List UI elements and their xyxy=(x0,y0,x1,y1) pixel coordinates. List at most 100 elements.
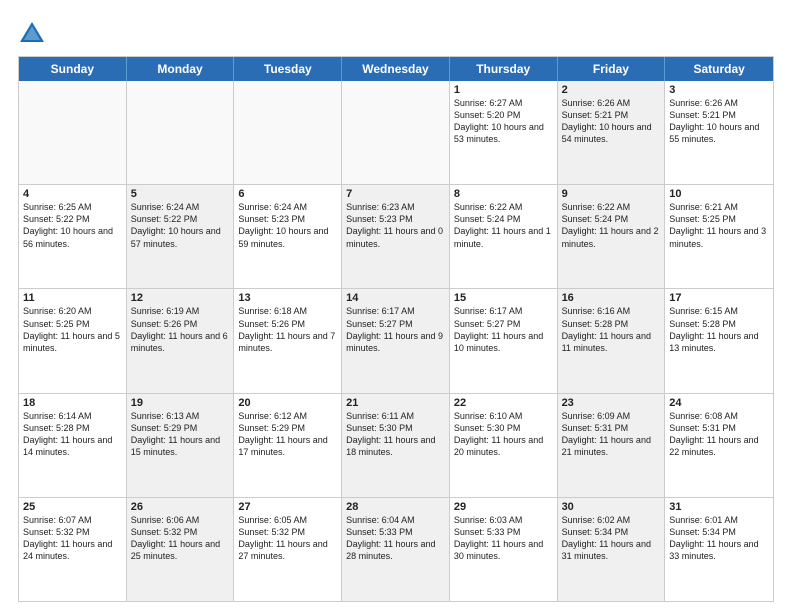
calendar-cell: 4Sunrise: 6:25 AM Sunset: 5:22 PM Daylig… xyxy=(19,185,127,288)
header xyxy=(18,18,774,46)
calendar-cell: 31Sunrise: 6:01 AM Sunset: 5:34 PM Dayli… xyxy=(665,498,773,601)
day-number: 7 xyxy=(346,188,445,200)
calendar-cell: 22Sunrise: 6:10 AM Sunset: 5:30 PM Dayli… xyxy=(450,394,558,497)
calendar-cell: 5Sunrise: 6:24 AM Sunset: 5:22 PM Daylig… xyxy=(127,185,235,288)
cell-info: Sunrise: 6:05 AM Sunset: 5:32 PM Dayligh… xyxy=(238,514,337,563)
day-number: 15 xyxy=(454,292,553,304)
day-number: 31 xyxy=(669,501,769,513)
calendar-cell: 23Sunrise: 6:09 AM Sunset: 5:31 PM Dayli… xyxy=(558,394,666,497)
day-number: 21 xyxy=(346,397,445,409)
cell-info: Sunrise: 6:26 AM Sunset: 5:21 PM Dayligh… xyxy=(669,97,769,146)
calendar-header-row: SundayMondayTuesdayWednesdayThursdayFrid… xyxy=(19,57,773,81)
calendar-cell: 1Sunrise: 6:27 AM Sunset: 5:20 PM Daylig… xyxy=(450,81,558,184)
day-number: 26 xyxy=(131,501,230,513)
day-number: 23 xyxy=(562,397,661,409)
day-number: 4 xyxy=(23,188,122,200)
day-number: 30 xyxy=(562,501,661,513)
cell-info: Sunrise: 6:14 AM Sunset: 5:28 PM Dayligh… xyxy=(23,410,122,459)
calendar-cell: 6Sunrise: 6:24 AM Sunset: 5:23 PM Daylig… xyxy=(234,185,342,288)
cell-info: Sunrise: 6:23 AM Sunset: 5:23 PM Dayligh… xyxy=(346,201,445,250)
calendar-cell xyxy=(342,81,450,184)
calendar-cell: 17Sunrise: 6:15 AM Sunset: 5:28 PM Dayli… xyxy=(665,289,773,392)
day-number: 24 xyxy=(669,397,769,409)
calendar-cell: 24Sunrise: 6:08 AM Sunset: 5:31 PM Dayli… xyxy=(665,394,773,497)
calendar-header-day-tuesday: Tuesday xyxy=(234,57,342,81)
calendar-cell: 19Sunrise: 6:13 AM Sunset: 5:29 PM Dayli… xyxy=(127,394,235,497)
day-number: 13 xyxy=(238,292,337,304)
calendar-row-1: 1Sunrise: 6:27 AM Sunset: 5:20 PM Daylig… xyxy=(19,81,773,185)
calendar: SundayMondayTuesdayWednesdayThursdayFrid… xyxy=(18,56,774,602)
cell-info: Sunrise: 6:15 AM Sunset: 5:28 PM Dayligh… xyxy=(669,305,769,354)
day-number: 14 xyxy=(346,292,445,304)
cell-info: Sunrise: 6:20 AM Sunset: 5:25 PM Dayligh… xyxy=(23,305,122,354)
cell-info: Sunrise: 6:21 AM Sunset: 5:25 PM Dayligh… xyxy=(669,201,769,250)
day-number: 9 xyxy=(562,188,661,200)
cell-info: Sunrise: 6:17 AM Sunset: 5:27 PM Dayligh… xyxy=(454,305,553,354)
day-number: 19 xyxy=(131,397,230,409)
calendar-cell xyxy=(234,81,342,184)
day-number: 28 xyxy=(346,501,445,513)
day-number: 8 xyxy=(454,188,553,200)
cell-info: Sunrise: 6:09 AM Sunset: 5:31 PM Dayligh… xyxy=(562,410,661,459)
day-number: 29 xyxy=(454,501,553,513)
calendar-cell: 11Sunrise: 6:20 AM Sunset: 5:25 PM Dayli… xyxy=(19,289,127,392)
day-number: 17 xyxy=(669,292,769,304)
calendar-row-4: 18Sunrise: 6:14 AM Sunset: 5:28 PM Dayli… xyxy=(19,394,773,498)
cell-info: Sunrise: 6:13 AM Sunset: 5:29 PM Dayligh… xyxy=(131,410,230,459)
calendar-cell xyxy=(127,81,235,184)
calendar-cell: 27Sunrise: 6:05 AM Sunset: 5:32 PM Dayli… xyxy=(234,498,342,601)
calendar-cell: 26Sunrise: 6:06 AM Sunset: 5:32 PM Dayli… xyxy=(127,498,235,601)
cell-info: Sunrise: 6:19 AM Sunset: 5:26 PM Dayligh… xyxy=(131,305,230,354)
calendar-cell: 25Sunrise: 6:07 AM Sunset: 5:32 PM Dayli… xyxy=(19,498,127,601)
calendar-row-5: 25Sunrise: 6:07 AM Sunset: 5:32 PM Dayli… xyxy=(19,498,773,601)
cell-info: Sunrise: 6:06 AM Sunset: 5:32 PM Dayligh… xyxy=(131,514,230,563)
cell-info: Sunrise: 6:08 AM Sunset: 5:31 PM Dayligh… xyxy=(669,410,769,459)
page: SundayMondayTuesdayWednesdayThursdayFrid… xyxy=(0,0,792,612)
calendar-cell: 15Sunrise: 6:17 AM Sunset: 5:27 PM Dayli… xyxy=(450,289,558,392)
calendar-cell: 13Sunrise: 6:18 AM Sunset: 5:26 PM Dayli… xyxy=(234,289,342,392)
day-number: 16 xyxy=(562,292,661,304)
calendar-cell: 8Sunrise: 6:22 AM Sunset: 5:24 PM Daylig… xyxy=(450,185,558,288)
cell-info: Sunrise: 6:01 AM Sunset: 5:34 PM Dayligh… xyxy=(669,514,769,563)
calendar-cell: 3Sunrise: 6:26 AM Sunset: 5:21 PM Daylig… xyxy=(665,81,773,184)
cell-info: Sunrise: 6:18 AM Sunset: 5:26 PM Dayligh… xyxy=(238,305,337,354)
calendar-cell: 14Sunrise: 6:17 AM Sunset: 5:27 PM Dayli… xyxy=(342,289,450,392)
day-number: 10 xyxy=(669,188,769,200)
cell-info: Sunrise: 6:17 AM Sunset: 5:27 PM Dayligh… xyxy=(346,305,445,354)
cell-info: Sunrise: 6:22 AM Sunset: 5:24 PM Dayligh… xyxy=(562,201,661,250)
calendar-cell: 2Sunrise: 6:26 AM Sunset: 5:21 PM Daylig… xyxy=(558,81,666,184)
calendar-cell: 28Sunrise: 6:04 AM Sunset: 5:33 PM Dayli… xyxy=(342,498,450,601)
calendar-header-day-saturday: Saturday xyxy=(665,57,773,81)
cell-info: Sunrise: 6:24 AM Sunset: 5:22 PM Dayligh… xyxy=(131,201,230,250)
calendar-cell: 18Sunrise: 6:14 AM Sunset: 5:28 PM Dayli… xyxy=(19,394,127,497)
calendar-cell: 20Sunrise: 6:12 AM Sunset: 5:29 PM Dayli… xyxy=(234,394,342,497)
cell-info: Sunrise: 6:04 AM Sunset: 5:33 PM Dayligh… xyxy=(346,514,445,563)
calendar-cell: 10Sunrise: 6:21 AM Sunset: 5:25 PM Dayli… xyxy=(665,185,773,288)
calendar-header-day-friday: Friday xyxy=(558,57,666,81)
calendar-header-day-sunday: Sunday xyxy=(19,57,127,81)
cell-info: Sunrise: 6:10 AM Sunset: 5:30 PM Dayligh… xyxy=(454,410,553,459)
logo xyxy=(18,18,50,46)
day-number: 6 xyxy=(238,188,337,200)
calendar-row-3: 11Sunrise: 6:20 AM Sunset: 5:25 PM Dayli… xyxy=(19,289,773,393)
cell-info: Sunrise: 6:02 AM Sunset: 5:34 PM Dayligh… xyxy=(562,514,661,563)
calendar-cell: 9Sunrise: 6:22 AM Sunset: 5:24 PM Daylig… xyxy=(558,185,666,288)
day-number: 1 xyxy=(454,84,553,96)
cell-info: Sunrise: 6:24 AM Sunset: 5:23 PM Dayligh… xyxy=(238,201,337,250)
calendar-header-day-thursday: Thursday xyxy=(450,57,558,81)
cell-info: Sunrise: 6:11 AM Sunset: 5:30 PM Dayligh… xyxy=(346,410,445,459)
day-number: 3 xyxy=(669,84,769,96)
day-number: 18 xyxy=(23,397,122,409)
day-number: 11 xyxy=(23,292,122,304)
calendar-body: 1Sunrise: 6:27 AM Sunset: 5:20 PM Daylig… xyxy=(19,81,773,601)
day-number: 5 xyxy=(131,188,230,200)
cell-info: Sunrise: 6:12 AM Sunset: 5:29 PM Dayligh… xyxy=(238,410,337,459)
calendar-header-day-wednesday: Wednesday xyxy=(342,57,450,81)
cell-info: Sunrise: 6:07 AM Sunset: 5:32 PM Dayligh… xyxy=(23,514,122,563)
calendar-cell: 12Sunrise: 6:19 AM Sunset: 5:26 PM Dayli… xyxy=(127,289,235,392)
cell-info: Sunrise: 6:16 AM Sunset: 5:28 PM Dayligh… xyxy=(562,305,661,354)
calendar-header-day-monday: Monday xyxy=(127,57,235,81)
day-number: 22 xyxy=(454,397,553,409)
day-number: 25 xyxy=(23,501,122,513)
cell-info: Sunrise: 6:22 AM Sunset: 5:24 PM Dayligh… xyxy=(454,201,553,250)
